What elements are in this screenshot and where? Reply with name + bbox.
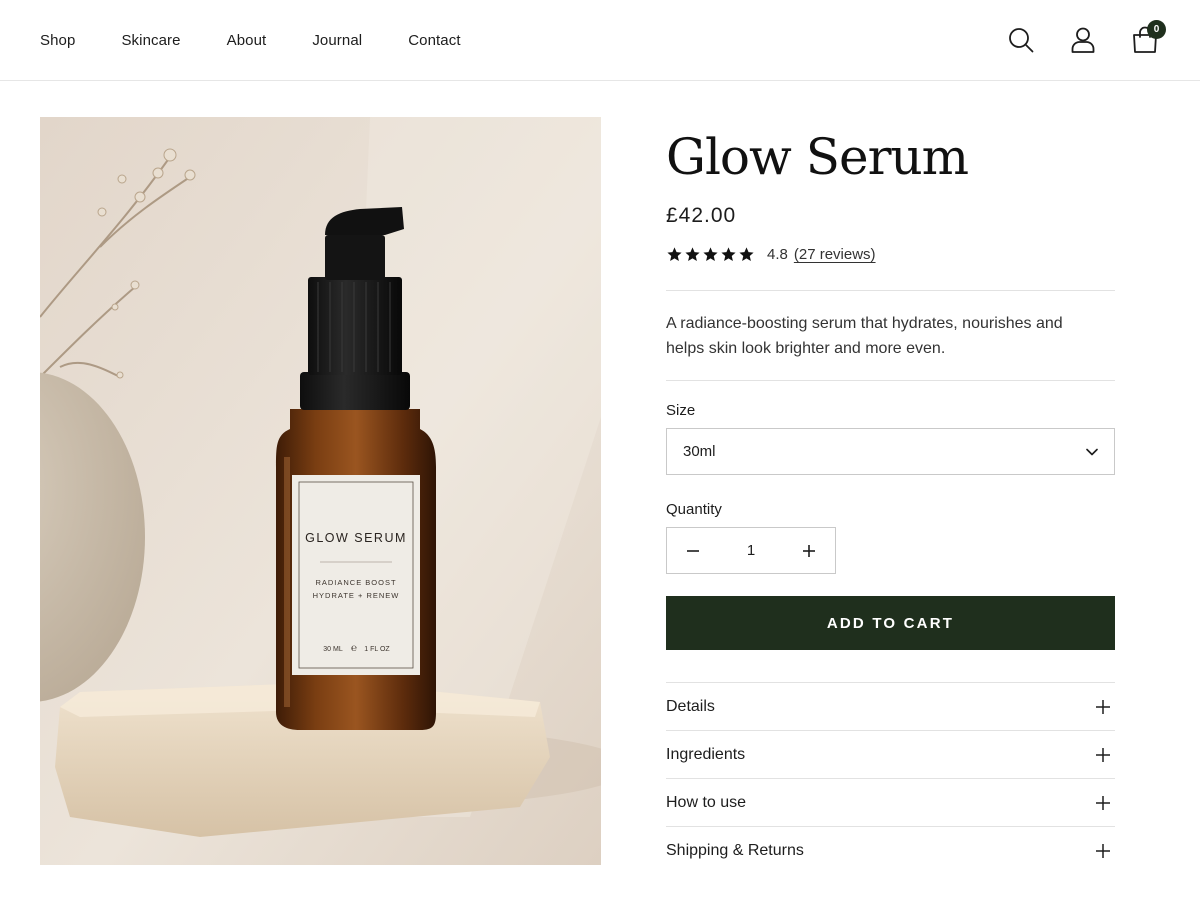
plus-icon: [1096, 747, 1110, 762]
accordion-label: Shipping & Returns: [666, 841, 804, 859]
label-volume-fl: 1 FL OZ: [364, 646, 390, 653]
reviews-link[interactable]: (27 reviews): [794, 246, 876, 263]
label-line1: RADIANCE BOOST: [315, 578, 396, 587]
main-nav: Shop Skincare About Journal Contact: [40, 0, 461, 80]
product-photo: GLOW SERUM RADIANCE BOOST HYDRATE + RENE…: [40, 117, 601, 865]
rating-value: 4.8: [767, 246, 788, 263]
account-button[interactable]: [1066, 22, 1100, 58]
quantity-stepper: 1: [666, 527, 836, 574]
quantity-label: Quantity: [666, 501, 722, 518]
size-selected-value: 30ml: [683, 443, 716, 460]
minus-icon: [687, 549, 699, 552]
plus-icon: [1096, 795, 1110, 810]
plus-icon: [1096, 843, 1110, 858]
size-label: Size: [666, 402, 696, 419]
accordion-how-to-use[interactable]: How to use: [666, 778, 1115, 826]
search-button[interactable]: [1004, 22, 1038, 58]
divider: [666, 290, 1115, 291]
add-to-cart-button[interactable]: ADD TO CART: [666, 596, 1115, 650]
product-title: Glow Serum: [666, 128, 969, 186]
label-line2: HYDRATE + RENEW: [313, 591, 400, 600]
star-icon: [721, 247, 736, 262]
plus-icon: [803, 544, 815, 557]
svg-text:℮: ℮: [351, 643, 357, 654]
nav-contact[interactable]: Contact: [408, 32, 460, 49]
user-icon: [1071, 27, 1095, 53]
chevron-down-icon: [1086, 448, 1098, 455]
accordion-label: How to use: [666, 793, 747, 811]
product-image: GLOW SERUM RADIANCE BOOST HYDRATE + RENE…: [40, 117, 601, 865]
divider: [666, 380, 1115, 381]
accordion-shipping-returns[interactable]: Shipping & Returns: [666, 826, 1115, 874]
accordion-label: Ingredients: [666, 745, 746, 763]
product-description: A radiance-boosting serum that hydrates,…: [666, 315, 1063, 357]
header-icons: 0: [1004, 20, 1166, 58]
product-accordion: Details Ingredients How to use Shipping …: [666, 682, 1115, 874]
plus-icon: [1096, 699, 1110, 714]
site-header: Shop Skincare About Journal Contact 0: [0, 0, 1200, 81]
star-rating: [666, 246, 755, 263]
star-icon: [685, 247, 700, 262]
search-icon: [1009, 28, 1034, 53]
star-icon: [667, 247, 682, 262]
cart-count-badge: 0: [1147, 20, 1166, 39]
decrease-quantity-button[interactable]: [667, 528, 719, 573]
nav-shop[interactable]: Shop: [40, 32, 75, 49]
star-icon: [739, 247, 754, 262]
accordion-label: Details: [666, 697, 715, 715]
label-volume: 30 ML: [323, 646, 343, 653]
product-rating: 4.8 (27 reviews): [666, 246, 876, 263]
accordion-ingredients[interactable]: Ingredients: [666, 730, 1115, 778]
size-select[interactable]: 30ml: [666, 428, 1115, 475]
nav-about[interactable]: About: [227, 32, 267, 49]
quantity-value[interactable]: 1: [731, 542, 771, 559]
nav-skincare[interactable]: Skincare: [121, 32, 180, 49]
label-product-name: GLOW SERUM: [305, 531, 407, 545]
accordion-details[interactable]: Details: [666, 682, 1115, 730]
cart-button[interactable]: 0: [1128, 20, 1166, 58]
nav-journal[interactable]: Journal: [312, 32, 362, 49]
increase-quantity-button[interactable]: [783, 528, 835, 573]
star-icon: [703, 247, 718, 262]
product-price: £42.00: [666, 204, 737, 227]
